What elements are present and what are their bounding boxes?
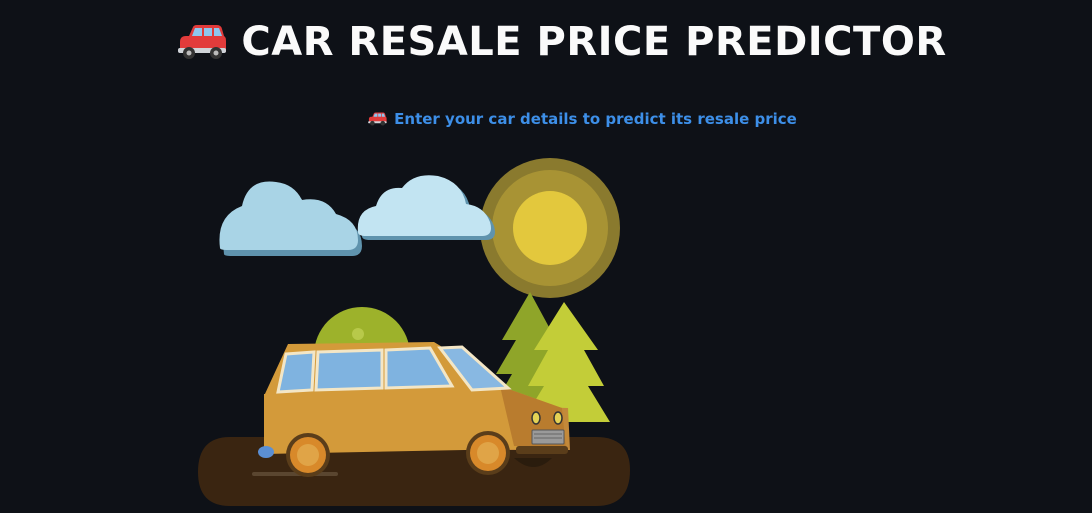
- page-subtitle: Enter your car details to predict its re…: [394, 110, 797, 128]
- car-emoji-icon: [178, 25, 227, 59]
- page-title: CAR RESALE PRICE PREDICTOR: [241, 19, 947, 65]
- title-row: CAR RESALE PRICE PREDICTOR: [0, 12, 1092, 72]
- app-main: CAR RESALE PRICE PREDICTOR Enter your ca…: [0, 0, 1092, 513]
- sun-icon: [480, 158, 620, 298]
- car-landscape-illustration: [198, 158, 630, 506]
- cloud-icon: [357, 175, 495, 240]
- cloud-icon: [219, 181, 362, 256]
- subtitle-row: Enter your car details to predict its re…: [0, 108, 1092, 130]
- car-emoji-icon: [368, 112, 387, 126]
